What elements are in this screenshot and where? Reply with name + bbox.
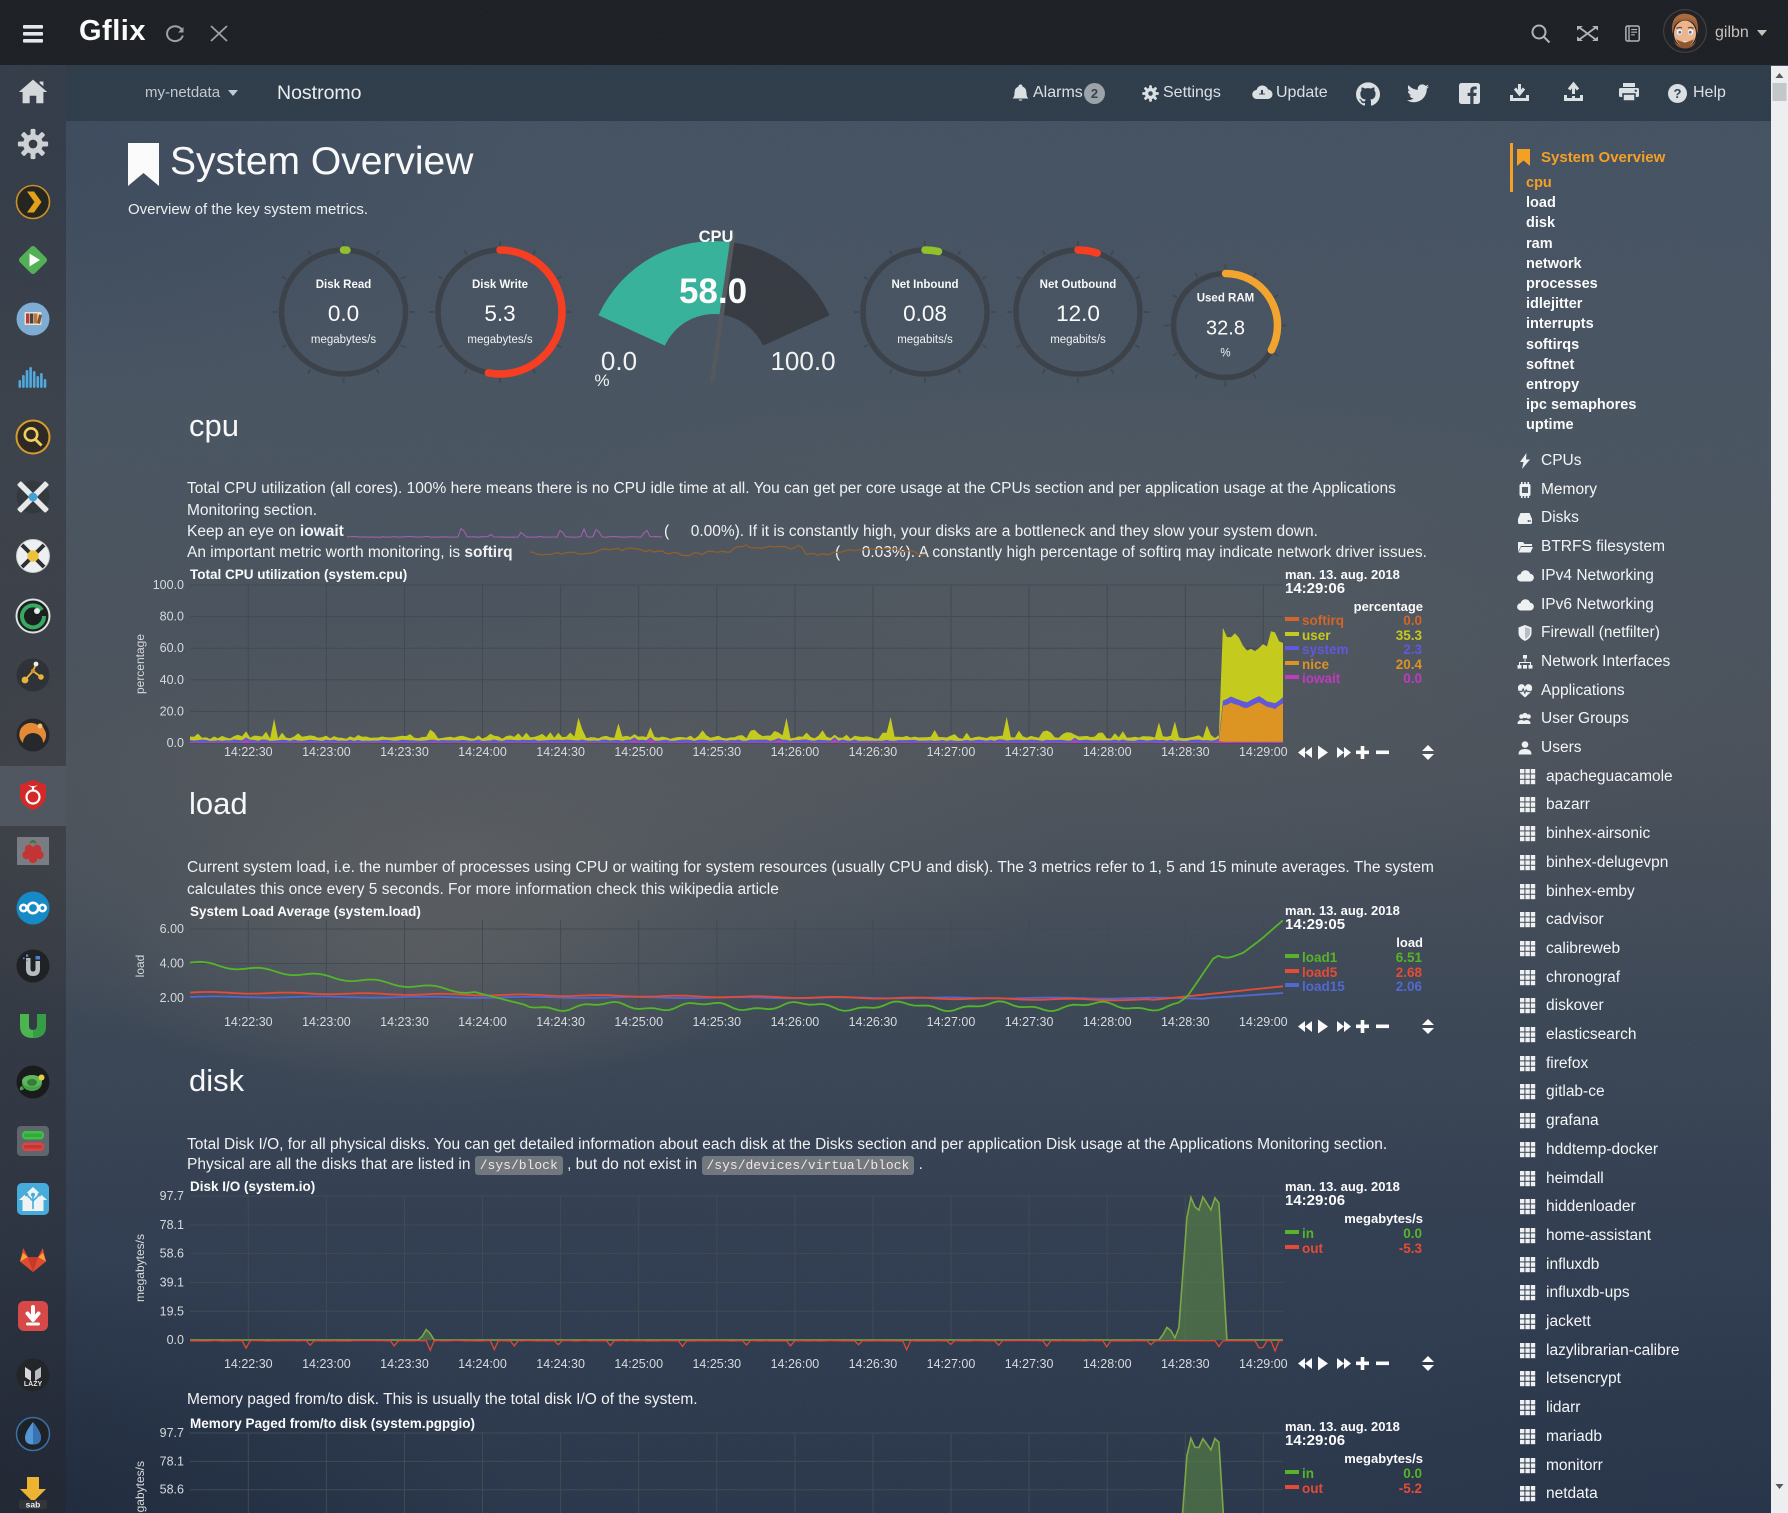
svg-text:58.6: 58.6	[160, 1483, 184, 1497]
svg-text:Memory Paged from/to disk (sys: Memory Paged from/to disk (system.pgpgio…	[190, 1416, 475, 1431]
svg-text:78.1: 78.1	[160, 1454, 184, 1468]
svg-text:97.7: 97.7	[160, 1426, 184, 1440]
svg-text:megabytes/s: megabytes/s	[133, 1461, 147, 1513]
